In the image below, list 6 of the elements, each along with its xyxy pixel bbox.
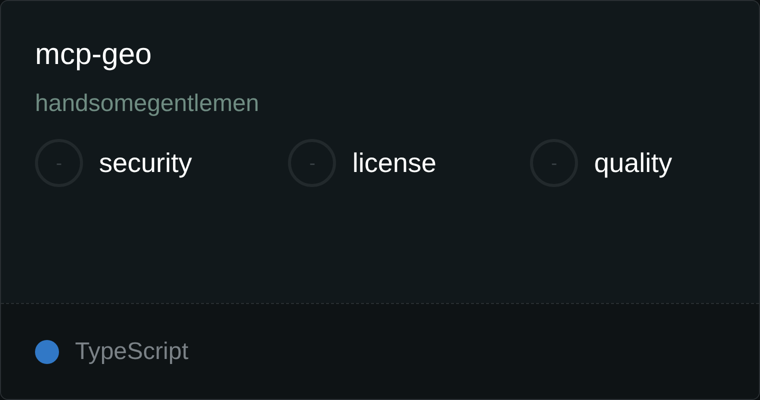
language-name: TypeScript xyxy=(75,336,188,366)
author-name: handsomegentlemen xyxy=(35,89,260,119)
score-label: quality xyxy=(594,146,672,180)
repo-title: mcp-geo xyxy=(35,37,153,73)
score-label: security xyxy=(99,146,192,180)
score-label: license xyxy=(352,146,436,180)
